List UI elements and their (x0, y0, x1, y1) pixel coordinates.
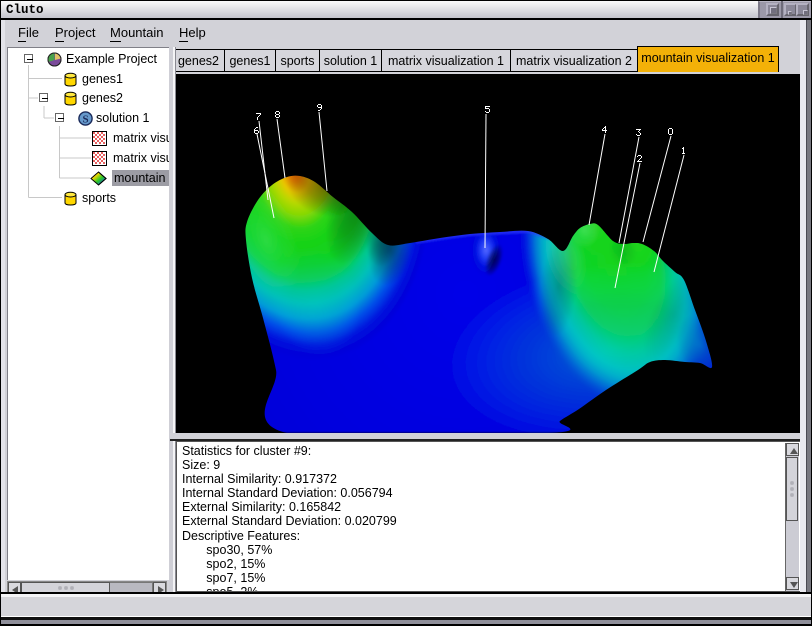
svg-text:S: S (82, 113, 88, 125)
